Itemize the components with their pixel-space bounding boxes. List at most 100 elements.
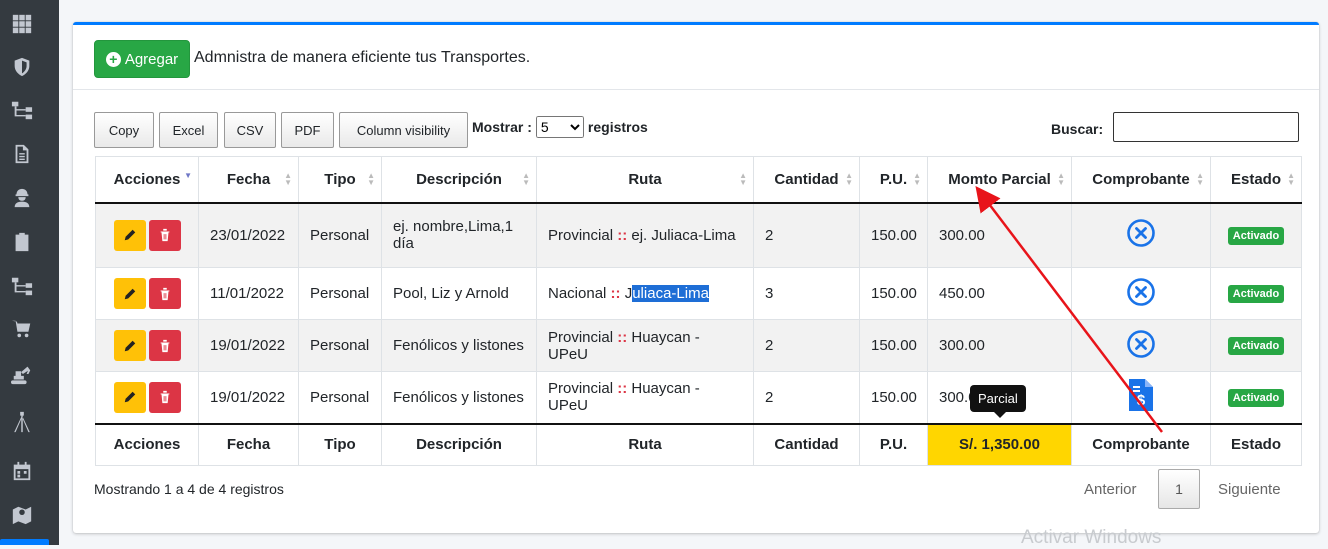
route-separator: ::	[617, 328, 628, 346]
parcial-cell: 300.00	[927, 202, 1072, 268]
col-ruta[interactable]: Ruta ▲ ▼	[536, 156, 754, 204]
pagination-previous[interactable]: Anterior	[1084, 481, 1137, 498]
status-badge: Activado	[1227, 226, 1285, 245]
edit-button[interactable]	[113, 219, 146, 251]
copy-button[interactable]: Copy	[94, 112, 154, 148]
column-visibility-button[interactable]: Column visibility	[339, 112, 468, 148]
selected-text: uliaca-Lima	[632, 285, 709, 302]
comprobante-cell	[1071, 319, 1211, 372]
sort-icon: ▲ ▼	[1287, 171, 1295, 187]
actions-cell	[95, 371, 199, 424]
header-row: Acciones ▼ Fecha ▲ ▼ Tipo ▲ ▼ Descripción ▲ ▼ R…	[95, 156, 1302, 204]
foot-comprobante: Comprobante	[1071, 422, 1211, 466]
show-label: Mostrar :	[472, 119, 532, 135]
ruta-cell: Provincial :: ej. Juliaca-Lima	[536, 202, 754, 268]
foot-cantidad: Cantidad	[753, 422, 860, 466]
delete-button[interactable]	[148, 381, 181, 413]
foot-ruta: Ruta	[536, 422, 754, 466]
tripod-icon[interactable]	[10, 410, 34, 434]
sort-desc-icon: ▼	[184, 171, 192, 180]
table-row: 19/01/2022 Personal Fenólicos y listones…	[95, 371, 1302, 424]
pencil-icon	[124, 288, 135, 299]
actions-cell	[95, 202, 199, 268]
search-input[interactable]	[1113, 112, 1299, 142]
edit-button[interactable]	[113, 381, 146, 413]
sort-icon: ▲ ▼	[284, 171, 292, 187]
worker-icon[interactable]	[10, 186, 34, 210]
calendar-icon[interactable]	[10, 459, 34, 483]
col-comprobante[interactable]: Comprobante ▲ ▼	[1071, 156, 1211, 204]
csv-button[interactable]: CSV	[224, 112, 276, 148]
pencil-icon	[124, 340, 135, 351]
col-tipo[interactable]: Tipo ▲ ▼	[298, 156, 382, 204]
descripcion-cell: ej. nombre,Lima,1 día	[381, 202, 537, 268]
pencil-icon	[124, 392, 135, 403]
page-length: Mostrar : 5 registros	[472, 116, 648, 138]
tipo-cell: Personal	[298, 371, 382, 424]
map-icon[interactable]	[10, 503, 34, 527]
x-circle-icon[interactable]	[1127, 219, 1155, 248]
x-circle-icon[interactable]	[1127, 277, 1155, 306]
descripcion-cell: Fenólicos y listones	[381, 371, 537, 424]
parcial-cell: 300.00	[927, 319, 1072, 372]
trash-icon	[160, 339, 169, 352]
cantidad-cell: 2	[753, 371, 860, 424]
status-badge: Activado	[1227, 388, 1285, 407]
sort-icon: ▲ ▼	[739, 171, 747, 187]
tipo-cell: Personal	[298, 267, 382, 320]
page-length-select[interactable]: 5	[535, 116, 584, 138]
excel-button[interactable]: Excel	[159, 112, 218, 148]
edit-button[interactable]	[113, 278, 146, 309]
total-parcial: S/. 1,350.00	[927, 422, 1072, 466]
footer-row: Acciones Fecha Tipo Descripción Ruta Can…	[95, 422, 1302, 466]
col-fecha[interactable]: Fecha ▲ ▼	[198, 156, 299, 204]
col-cantidad[interactable]: Cantidad ▲ ▼	[753, 156, 860, 204]
add-button[interactable]: + Agregar	[94, 40, 190, 78]
edit-button[interactable]	[113, 330, 146, 361]
ruta-cell: Nacional :: Juliaca-Lima	[536, 267, 754, 320]
sidebar	[0, 0, 59, 545]
pagination-next[interactable]: Siguiente	[1218, 481, 1281, 498]
delete-button[interactable]	[148, 278, 181, 309]
col-descripcion[interactable]: Descripción ▲ ▼	[381, 156, 537, 204]
invoice-file-icon[interactable]: $	[1129, 379, 1153, 412]
fecha-cell: 19/01/2022	[198, 319, 299, 372]
x-circle-icon[interactable]	[1127, 329, 1155, 358]
table-row: 19/01/2022 Personal Fenólicos y listones…	[95, 319, 1302, 372]
estado-cell: Activado	[1210, 319, 1302, 372]
comprobante-cell	[1071, 202, 1211, 268]
col-momto-parcial[interactable]: Momto Parcial ▲ ▼	[927, 156, 1072, 204]
clipboard-icon[interactable]	[10, 230, 34, 254]
delete-button[interactable]	[148, 330, 181, 361]
delete-button[interactable]	[148, 219, 181, 251]
estado-cell: Activado	[1210, 267, 1302, 320]
col-estado[interactable]: Estado ▲ ▼	[1210, 156, 1302, 204]
pu-cell: 150.00	[859, 319, 928, 372]
route-separator: ::	[617, 380, 628, 398]
pagination-page[interactable]: 1	[1158, 469, 1200, 509]
plus-circle-icon: +	[105, 51, 121, 67]
excavator-icon[interactable]	[10, 362, 34, 386]
show-suffix: registros	[587, 119, 648, 135]
pdf-button[interactable]: PDF	[281, 112, 334, 148]
card-header: + Agregar Admnistra de manera eficiente …	[73, 25, 1319, 90]
sitemap-icon-2[interactable]	[10, 274, 34, 298]
foot-pu: P.U.	[859, 422, 928, 466]
transport-table: Acciones ▼ Fecha ▲ ▼ Tipo ▲ ▼ Descripción ▲ ▼ R…	[95, 156, 1302, 466]
foot-descripcion: Descripción	[381, 422, 537, 466]
document-icon[interactable]	[10, 142, 34, 166]
table-row: 23/01/2022 Personal ej. nombre,Lima,1 dí…	[95, 202, 1302, 268]
add-button-label: Agregar	[124, 50, 179, 68]
pencil-icon	[124, 230, 135, 241]
status-badge: Activado	[1227, 285, 1285, 303]
shield-icon[interactable]	[10, 55, 34, 79]
grid-icon[interactable]	[10, 12, 34, 36]
foot-acciones: Acciones	[95, 422, 199, 466]
col-pu[interactable]: P.U. ▲ ▼	[859, 156, 928, 204]
col-acciones[interactable]: Acciones ▼	[95, 156, 199, 204]
trash-icon	[160, 287, 169, 300]
cart-icon[interactable]	[10, 317, 34, 341]
pu-cell: 150.00	[859, 267, 928, 320]
sitemap-icon[interactable]	[10, 98, 34, 122]
tipo-cell: Personal	[298, 202, 382, 268]
